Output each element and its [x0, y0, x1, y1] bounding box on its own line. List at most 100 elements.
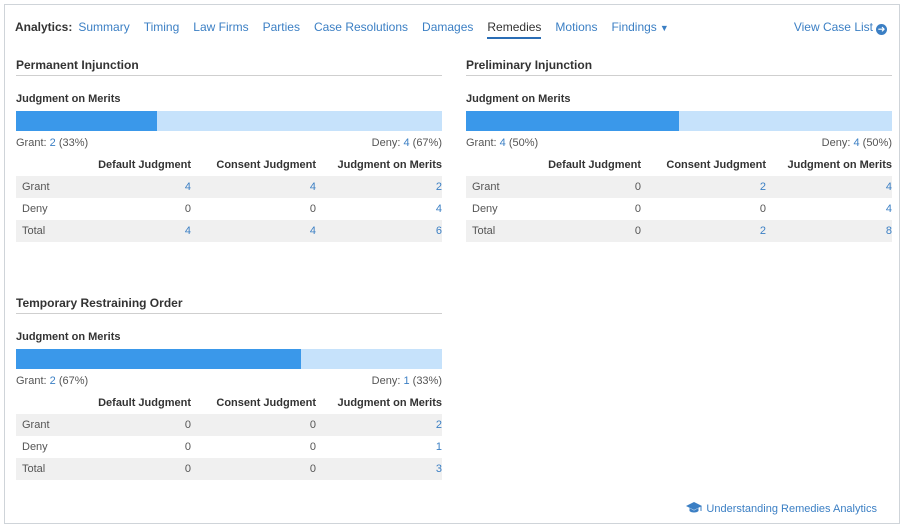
grant-percent: (50%) [508, 137, 539, 149]
cell-deny-0: 0 [184, 441, 191, 453]
grant-label: Grant: [466, 137, 497, 149]
tab-law-firms[interactable]: Law Firms [193, 20, 248, 37]
header-default-judgment: Default Judgment [98, 397, 191, 409]
cell-total-1[interactable]: 2 [641, 220, 766, 242]
deny-percent: (67%) [412, 137, 442, 149]
header-blank [16, 392, 76, 414]
header-judgment-on-merits: Judgment on Merits [787, 159, 892, 171]
understanding-remedies-label: Understanding Remedies Analytics [706, 503, 877, 515]
cell-grant-2[interactable]: 2 [316, 176, 442, 198]
deny-count-link[interactable]: 4 [853, 137, 859, 149]
grant-bar-fill [466, 111, 679, 131]
grant-deny-summary: Grant: 4 (50%) Deny: 4 (50%) [466, 137, 892, 149]
tab-motions[interactable]: Motions [555, 20, 597, 37]
grant-count-link[interactable]: 2 [50, 375, 56, 387]
cell-total-2[interactable]: 6 [316, 220, 442, 242]
arrow-right-circle-icon: ➜ [876, 24, 887, 35]
table-header: Default Judgment Consent Judgment Judgme… [16, 392, 442, 414]
understanding-remedies-link[interactable]: Understanding Remedies Analytics [686, 502, 877, 515]
cell-total-2[interactable]: 3 [316, 458, 442, 480]
row-label: Grant [466, 176, 526, 198]
view-case-list-link[interactable]: View Case List ➜ [794, 20, 887, 35]
row-label: Grant [16, 414, 76, 436]
deny-count-link[interactable]: 1 [403, 375, 409, 387]
table-row: Total 4 4 6 [16, 220, 442, 242]
tab-case-resolutions[interactable]: Case Resolutions [314, 20, 408, 37]
graduation-cap-icon [686, 502, 703, 513]
panel-title: Permanent Injunction [16, 58, 442, 76]
panel-subtitle: Judgment on Merits [466, 93, 571, 105]
cell-deny-1: 0 [309, 203, 316, 215]
panel-subtitle: Judgment on Merits [16, 331, 121, 343]
cell-grant-1[interactable]: 2 [641, 176, 766, 198]
table-row: Grant 0 2 4 [466, 176, 892, 198]
cell-total-2[interactable]: 8 [766, 220, 892, 242]
grant-deny-bar [16, 111, 442, 131]
panel-subtitle: Judgment on Merits [16, 93, 121, 105]
header-consent-judgment: Consent Judgment [216, 397, 316, 409]
judgment-table: Default Judgment Consent Judgment Judgme… [16, 392, 442, 480]
grant-summary: Grant: 2 (67%) [16, 375, 88, 387]
deny-count-link[interactable]: 4 [403, 137, 409, 149]
deny-summary: Deny: 4 (50%) [822, 137, 892, 149]
header-consent-judgment: Consent Judgment [216, 159, 316, 171]
cell-total-0[interactable]: 4 [76, 220, 191, 242]
header-default-judgment: Default Judgment [548, 159, 641, 171]
tab-findings-label: Findings [611, 20, 657, 34]
tab-remedies[interactable]: Remedies [487, 20, 542, 39]
tab-timing[interactable]: Timing [144, 20, 180, 37]
cell-total-0: 0 [526, 220, 641, 242]
cell-deny-0: 0 [184, 203, 191, 215]
grant-count-link[interactable]: 4 [500, 137, 506, 149]
permanent-injunction-panel: Permanent Injunction Judgment on Merits … [16, 58, 442, 242]
header-judgment-on-merits: Judgment on Merits [337, 159, 442, 171]
cell-total-1[interactable]: 4 [191, 220, 316, 242]
cell-grant-2[interactable]: 2 [316, 414, 442, 436]
judgment-table: Default Judgment Consent Judgment Judgme… [466, 154, 892, 242]
deny-label: Deny: [371, 137, 401, 149]
deny-summary: Deny: 1 (33%) [372, 375, 442, 387]
table-row: Deny 0 0 4 [16, 198, 442, 220]
cell-total-0: 0 [76, 458, 191, 480]
grant-summary: Grant: 2 (33%) [16, 137, 88, 149]
cell-grant-0: 0 [526, 176, 641, 198]
header-default-judgment: Default Judgment [98, 159, 191, 171]
cell-deny-1: 0 [759, 203, 766, 215]
analytics-nav: Analytics: Summary Timing Law Firms Part… [15, 20, 887, 42]
row-label: Deny [22, 203, 48, 215]
table-row: Total 0 2 8 [466, 220, 892, 242]
deny-label: Deny: [371, 375, 401, 387]
grant-summary: Grant: 4 (50%) [466, 137, 538, 149]
grant-deny-summary: Grant: 2 (33%) Deny: 4 (67%) [16, 137, 442, 149]
table-row: Deny 0 0 1 [16, 436, 442, 458]
deny-percent: (33%) [412, 375, 442, 387]
deny-label: Deny: [821, 137, 851, 149]
cell-deny-2[interactable]: 1 [316, 436, 442, 458]
cell-grant-1[interactable]: 4 [191, 176, 316, 198]
cell-deny-2[interactable]: 4 [766, 198, 892, 220]
tab-summary[interactable]: Summary [78, 20, 129, 37]
tab-damages[interactable]: Damages [422, 20, 473, 37]
tab-parties[interactable]: Parties [263, 20, 300, 37]
tab-findings-dropdown[interactable]: Findings ▼ [611, 20, 668, 37]
analytics-label: Analytics: [15, 20, 73, 34]
grant-bar-fill [16, 111, 157, 131]
row-label: Total [16, 220, 76, 242]
deny-summary: Deny: 4 (67%) [372, 137, 442, 149]
grant-deny-bar [466, 111, 892, 131]
preliminary-injunction-panel: Preliminary Injunction Judgment on Merit… [466, 58, 892, 242]
cell-grant-1: 0 [191, 414, 316, 436]
panel-title: Preliminary Injunction [466, 58, 892, 76]
cell-deny-0: 0 [634, 203, 641, 215]
grant-percent: (33%) [58, 137, 89, 149]
grant-deny-summary: Grant: 2 (67%) Deny: 1 (33%) [16, 375, 442, 387]
cell-deny-2[interactable]: 4 [316, 198, 442, 220]
row-label: Grant [16, 176, 76, 198]
header-blank [466, 154, 526, 176]
cell-grant-2[interactable]: 4 [766, 176, 892, 198]
grant-count-link[interactable]: 2 [50, 137, 56, 149]
cell-grant-0[interactable]: 4 [76, 176, 191, 198]
table-header: Default Judgment Consent Judgment Judgme… [16, 154, 442, 176]
grant-bar-fill [16, 349, 302, 369]
grant-label: Grant: [16, 375, 47, 387]
